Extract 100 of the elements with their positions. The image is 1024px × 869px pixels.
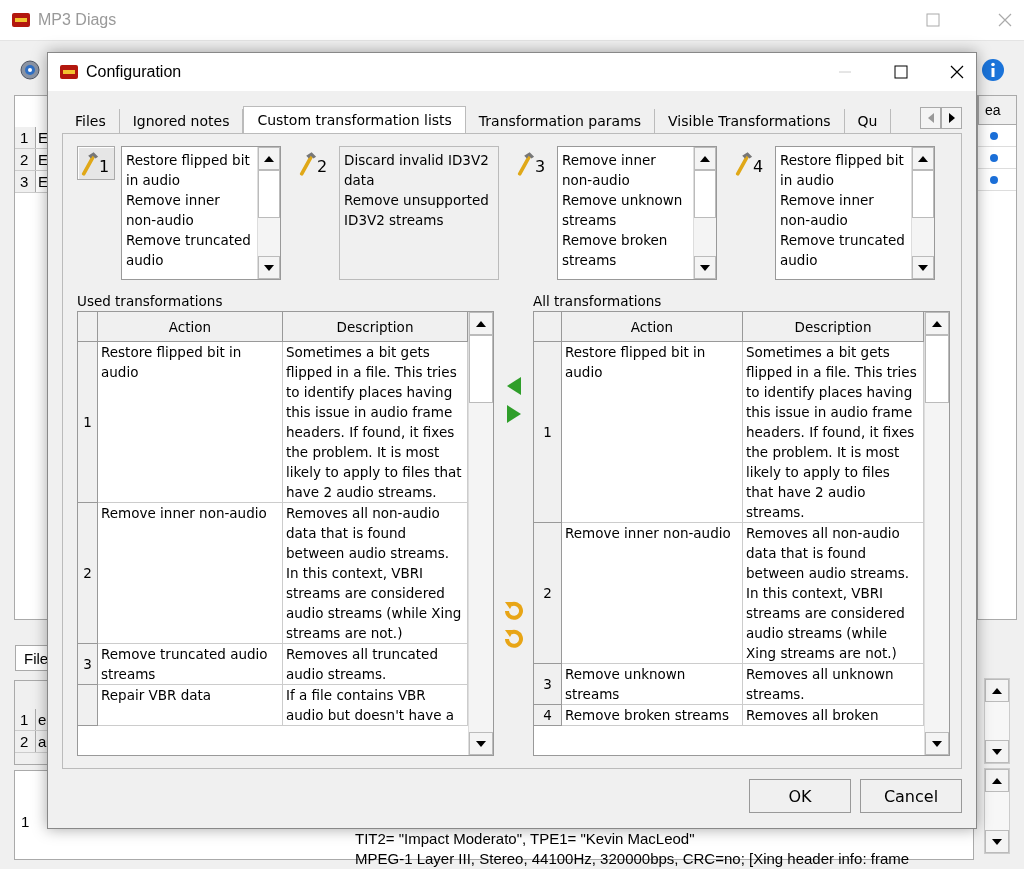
info-icon[interactable] — [981, 58, 1005, 82]
list-item[interactable]: Remove inner non-audio — [562, 150, 689, 190]
list-item[interactable]: Restore flipped bit in audio — [780, 150, 907, 190]
hammer-icon — [81, 150, 99, 176]
up-arrow-icon — [264, 155, 274, 162]
close-icon[interactable] — [950, 65, 964, 79]
table-cell: Remove truncated audio streams — [98, 644, 283, 685]
scrollbar[interactable] — [984, 768, 1010, 854]
section-label: All transformations — [533, 292, 663, 311]
table-cell-text: E — [37, 172, 48, 192]
scrollbar-thumb[interactable] — [912, 170, 934, 218]
dialog-title: Configuration — [86, 63, 182, 81]
list-item[interactable]: Discard invalid ID3V2 data — [344, 150, 494, 190]
transformation-list[interactable]: Remove inner non-audio Remove unknown streams Remove broken streams — [557, 146, 717, 280]
list-item[interactable]: Remove truncated audio — [126, 230, 253, 270]
scrollbar[interactable] — [257, 147, 280, 279]
table-cell-text: E — [37, 128, 48, 148]
up-arrow-icon — [476, 320, 486, 327]
table-cell: Remove inner non-audio — [562, 523, 743, 664]
scrollbar[interactable] — [911, 147, 934, 279]
up-arrow-icon — [992, 777, 1002, 784]
list-item[interactable]: Remove broken streams — [562, 230, 689, 270]
scrollbar[interactable] — [693, 147, 716, 279]
list-item[interactable]: Remove truncated audio — [780, 230, 907, 270]
scrollbar-thumb[interactable] — [694, 170, 716, 218]
transformation-list[interactable]: Restore flipped bit in audio Remove inner non-audio Remove truncated audio — [775, 146, 935, 280]
list-item[interactable]: Remove inner non-audio — [780, 190, 907, 230]
hammer-icon — [299, 150, 317, 176]
list-item[interactable]: Remove unsupported ID3V2 streams — [344, 190, 494, 230]
down-arrow-icon — [932, 740, 942, 747]
settings-icon[interactable] — [18, 58, 42, 82]
row-header: 2 — [78, 503, 98, 644]
app-logo — [12, 13, 30, 27]
down-arrow-icon — [918, 264, 928, 271]
scrollbar[interactable] — [984, 678, 1010, 764]
table-cell-text: e — [37, 710, 47, 730]
transformation-list[interactable]: Discard invalid ID3V2 data Remove unsupported ID3V2 streams — [339, 146, 499, 280]
maximize-icon[interactable] — [894, 65, 908, 79]
table-cell: Restore flipped bit in audio — [98, 342, 283, 503]
table-cell: Repair VBR data — [98, 685, 283, 726]
column-header[interactable]: ea — [978, 96, 1016, 125]
column-header[interactable]: Description — [283, 312, 468, 342]
row-header: 3 — [78, 644, 98, 685]
list-item[interactable]: Remove inner non-audio — [126, 190, 253, 230]
row-header: 1 — [534, 342, 562, 523]
scrollbar-thumb[interactable] — [258, 170, 280, 218]
up-arrow-icon — [918, 155, 928, 162]
up-arrow-icon — [992, 687, 1002, 694]
down-arrow-icon — [992, 748, 1002, 755]
dialog-button[interactable]: Cancel — [860, 779, 962, 813]
row-header: 4 — [534, 705, 562, 726]
column-header[interactable]: Action — [562, 312, 743, 342]
down-arrow-icon — [992, 838, 1002, 845]
row-number: 1 — [15, 127, 36, 148]
note-dot — [990, 153, 998, 162]
window-title: MP3 Diags — [38, 11, 117, 29]
table-cell: Removes all broken — [743, 705, 924, 726]
hammer-icon — [735, 150, 753, 176]
hammer-icon — [517, 150, 535, 176]
list-tool-button[interactable]: 2 — [295, 146, 333, 180]
section-label: Used transformations — [77, 292, 224, 311]
row-header: 1 — [78, 342, 98, 503]
details-line: TIT2= "Impact Moderato", TPE1= "Kevin MacLeod" — [355, 829, 696, 849]
left-arrow-icon[interactable] — [506, 377, 521, 395]
right-arrow-icon — [948, 113, 955, 123]
list-tool-button[interactable]: 3 — [513, 146, 551, 180]
note-dot — [990, 131, 998, 140]
app-logo — [60, 65, 78, 79]
list-item[interactable]: Restore flipped bit in audio — [126, 150, 253, 190]
down-arrow-icon — [476, 740, 486, 747]
row-header: 3 — [534, 664, 562, 705]
table-cell: Remove unknown streams — [562, 664, 743, 705]
note-dot — [990, 175, 998, 184]
list-item[interactable]: Remove unknown streams — [562, 190, 689, 230]
right-arrow-icon[interactable] — [506, 405, 521, 423]
row-number: 1 — [21, 813, 30, 830]
down-arrow-icon — [264, 264, 274, 271]
row-header: 2 — [534, 523, 562, 664]
list-tool-button[interactable]: 1 — [77, 146, 115, 180]
table-cell-text: a — [37, 732, 47, 752]
dialog-button[interactable]: OK — [749, 779, 851, 813]
scrollbar-thumb[interactable] — [469, 335, 493, 403]
scrollbar-thumb[interactable] — [925, 335, 949, 403]
details-line: MPEG-1 Layer III, Stereo, 44100Hz, 320000bps, CRC=no; [Xing header info: frame — [355, 849, 910, 869]
row-number: 3 — [15, 171, 36, 192]
up-arrow-icon — [932, 320, 942, 327]
scrollbar[interactable] — [468, 312, 493, 755]
table-cell: Remove broken streams — [562, 705, 743, 726]
table-cell: Restore flipped bit in audio — [562, 342, 743, 523]
up-arrow-icon — [700, 155, 710, 162]
transformation-list[interactable]: Restore flipped bit in audio Remove inner non-audio Remove truncated audio — [121, 146, 281, 280]
list-tool-button[interactable]: 4 — [731, 146, 769, 180]
down-arrow-icon — [700, 264, 710, 271]
column-header[interactable]: Description — [743, 312, 924, 342]
left-arrow-icon — [927, 113, 934, 123]
scrollbar[interactable] — [924, 312, 949, 755]
scroll-right-button[interactable] — [941, 107, 962, 129]
table-cell: Remove inner non-audio — [98, 503, 283, 644]
tab[interactable]: Custom transformation lists — [243, 106, 466, 133]
column-header[interactable]: Action — [98, 312, 283, 342]
